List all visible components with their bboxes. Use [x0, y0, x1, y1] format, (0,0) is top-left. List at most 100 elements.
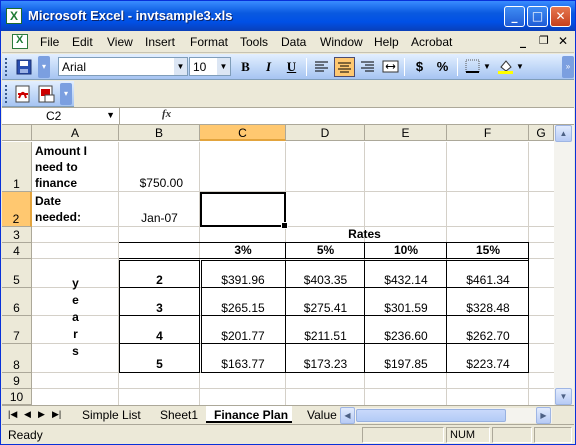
- merge-center-icon[interactable]: [380, 57, 401, 77]
- row-header-9[interactable]: 9: [2, 373, 32, 389]
- rate-header[interactable]: 15%: [447, 243, 529, 257]
- menu-format[interactable]: Format: [190, 35, 228, 49]
- doc-minimize-button[interactable]: _: [520, 34, 526, 48]
- bold-button[interactable]: B: [235, 57, 256, 77]
- row-header-1[interactable]: 1: [2, 142, 32, 192]
- payment-cell[interactable]: $173.23: [286, 357, 365, 371]
- menu-window[interactable]: Window: [320, 35, 363, 49]
- payment-cell[interactable]: $262.70: [447, 329, 529, 343]
- doc-restore-button[interactable]: ❐: [539, 34, 549, 47]
- vertical-scrollbar[interactable]: ▲ ▼: [554, 125, 574, 405]
- font-size-box[interactable]: 10 ▼: [189, 57, 231, 76]
- toolbar-options-icon[interactable]: ▾: [60, 83, 72, 105]
- rate-header[interactable]: 3%: [200, 243, 286, 257]
- prev-sheet-icon[interactable]: ◀: [24, 409, 31, 420]
- align-center-icon[interactable]: [334, 57, 355, 77]
- menu-acrobat[interactable]: Acrobat: [411, 35, 452, 49]
- insert-function-icon[interactable]: fx: [162, 108, 171, 120]
- excel-app-icon[interactable]: [6, 8, 22, 24]
- chevron-down-icon[interactable]: ▼: [174, 58, 187, 75]
- row-header-8[interactable]: 8: [2, 344, 32, 373]
- doc-close-button[interactable]: ✕: [558, 34, 568, 48]
- minimize-button[interactable]: _: [504, 6, 525, 27]
- save-icon[interactable]: [14, 57, 34, 77]
- fill-color-icon[interactable]: [495, 57, 516, 77]
- cell-a2[interactable]: Date needed:: [35, 193, 81, 225]
- scroll-left-icon[interactable]: ◀: [340, 407, 355, 424]
- chevron-down-icon[interactable]: ▼: [483, 62, 491, 71]
- workbook-icon[interactable]: [12, 34, 28, 49]
- menu-data[interactable]: Data: [281, 35, 306, 49]
- year-value[interactable]: 5: [119, 357, 200, 371]
- column-header-c[interactable]: C: [200, 125, 286, 141]
- chevron-down-icon[interactable]: ▼: [516, 62, 524, 71]
- active-cell-c2[interactable]: [200, 192, 288, 229]
- row-header-4[interactable]: 4: [2, 243, 32, 259]
- toolbar-grip[interactable]: [5, 85, 8, 103]
- cell-rates-header[interactable]: Rates: [200, 227, 529, 241]
- payment-cell[interactable]: $403.35: [286, 273, 365, 287]
- row-header-10[interactable]: 10: [2, 389, 32, 405]
- column-header-e[interactable]: E: [365, 125, 447, 141]
- payment-cell[interactable]: $275.41: [286, 301, 365, 315]
- payment-cell[interactable]: $211.51: [286, 329, 365, 343]
- rate-header[interactable]: 10%: [365, 243, 447, 257]
- row-header-2[interactable]: 2: [2, 192, 32, 227]
- sheet-tab-simple-list[interactable]: Simple List: [72, 406, 141, 423]
- percent-button[interactable]: %: [432, 57, 453, 77]
- payment-cell[interactable]: $328.48: [447, 301, 529, 315]
- first-sheet-icon[interactable]: |◀: [8, 409, 17, 420]
- column-header-b[interactable]: B: [119, 125, 200, 141]
- title-bar[interactable]: Microsoft Excel - invtsample3.xls _ □ ✕: [1, 1, 575, 31]
- pdf-email-icon[interactable]: [36, 84, 56, 104]
- align-right-icon[interactable]: [357, 57, 378, 77]
- toolbar-options-icon[interactable]: »: [562, 56, 574, 78]
- formula-input[interactable]: [180, 109, 570, 124]
- worksheet-grid[interactable]: A B C D E F G 1 2 3 4 5 6 7 8 9 10 Amoun…: [2, 125, 554, 405]
- payment-cell[interactable]: $461.34: [447, 273, 529, 287]
- payment-cell[interactable]: $223.74: [447, 357, 529, 371]
- underline-button[interactable]: U: [281, 57, 302, 77]
- payment-cell[interactable]: $391.96: [200, 273, 286, 287]
- payment-cell[interactable]: $301.59: [365, 301, 447, 315]
- column-header-g[interactable]: G: [529, 125, 554, 141]
- maximize-button[interactable]: □: [527, 6, 548, 27]
- rate-header[interactable]: 5%: [286, 243, 365, 257]
- column-header-a[interactable]: A: [32, 125, 119, 141]
- chevron-down-icon[interactable]: ▼: [106, 110, 115, 120]
- scroll-thumb[interactable]: [356, 409, 506, 422]
- menu-insert[interactable]: Insert: [145, 35, 175, 49]
- toolbar-options-icon[interactable]: ▾: [38, 56, 50, 78]
- menu-tools[interactable]: Tools: [240, 35, 268, 49]
- italic-button[interactable]: I: [258, 57, 279, 77]
- align-left-icon[interactable]: [311, 57, 332, 77]
- payment-cell[interactable]: $265.15: [200, 301, 286, 315]
- scroll-right-icon[interactable]: ▶: [536, 407, 551, 424]
- year-value[interactable]: 4: [119, 329, 200, 343]
- borders-icon[interactable]: [462, 57, 483, 77]
- cell-a1[interactable]: Amount I need to finance: [35, 143, 87, 191]
- sheet-tab-sheet1[interactable]: Sheet1: [150, 406, 198, 423]
- close-button[interactable]: ✕: [550, 6, 571, 27]
- next-sheet-icon[interactable]: ▶: [38, 409, 45, 420]
- row-header-6[interactable]: 6: [2, 288, 32, 316]
- cell-b1[interactable]: $750.00: [119, 176, 183, 190]
- year-value[interactable]: 2: [119, 273, 200, 287]
- menu-help[interactable]: Help: [374, 35, 399, 49]
- font-name-box[interactable]: Arial ▼: [58, 57, 188, 76]
- toolbar-grip[interactable]: [5, 58, 8, 76]
- menu-file[interactable]: File: [40, 35, 59, 49]
- payment-cell[interactable]: $236.60: [365, 329, 447, 343]
- select-all-corner[interactable]: [2, 125, 32, 141]
- scroll-down-icon[interactable]: ▼: [555, 388, 572, 405]
- row-header-5[interactable]: 5: [2, 259, 32, 288]
- scroll-up-icon[interactable]: ▲: [555, 125, 572, 142]
- menu-edit[interactable]: Edit: [72, 35, 93, 49]
- sheet-tab-value[interactable]: Value: [297, 406, 337, 423]
- row-header-7[interactable]: 7: [2, 316, 32, 344]
- pdf-convert-icon[interactable]: [13, 84, 33, 104]
- horizontal-scrollbar[interactable]: ◀ ▶: [340, 407, 552, 424]
- menu-view[interactable]: View: [107, 35, 133, 49]
- payment-cell[interactable]: $432.14: [365, 273, 447, 287]
- cell-b2[interactable]: Jan-07: [119, 211, 200, 225]
